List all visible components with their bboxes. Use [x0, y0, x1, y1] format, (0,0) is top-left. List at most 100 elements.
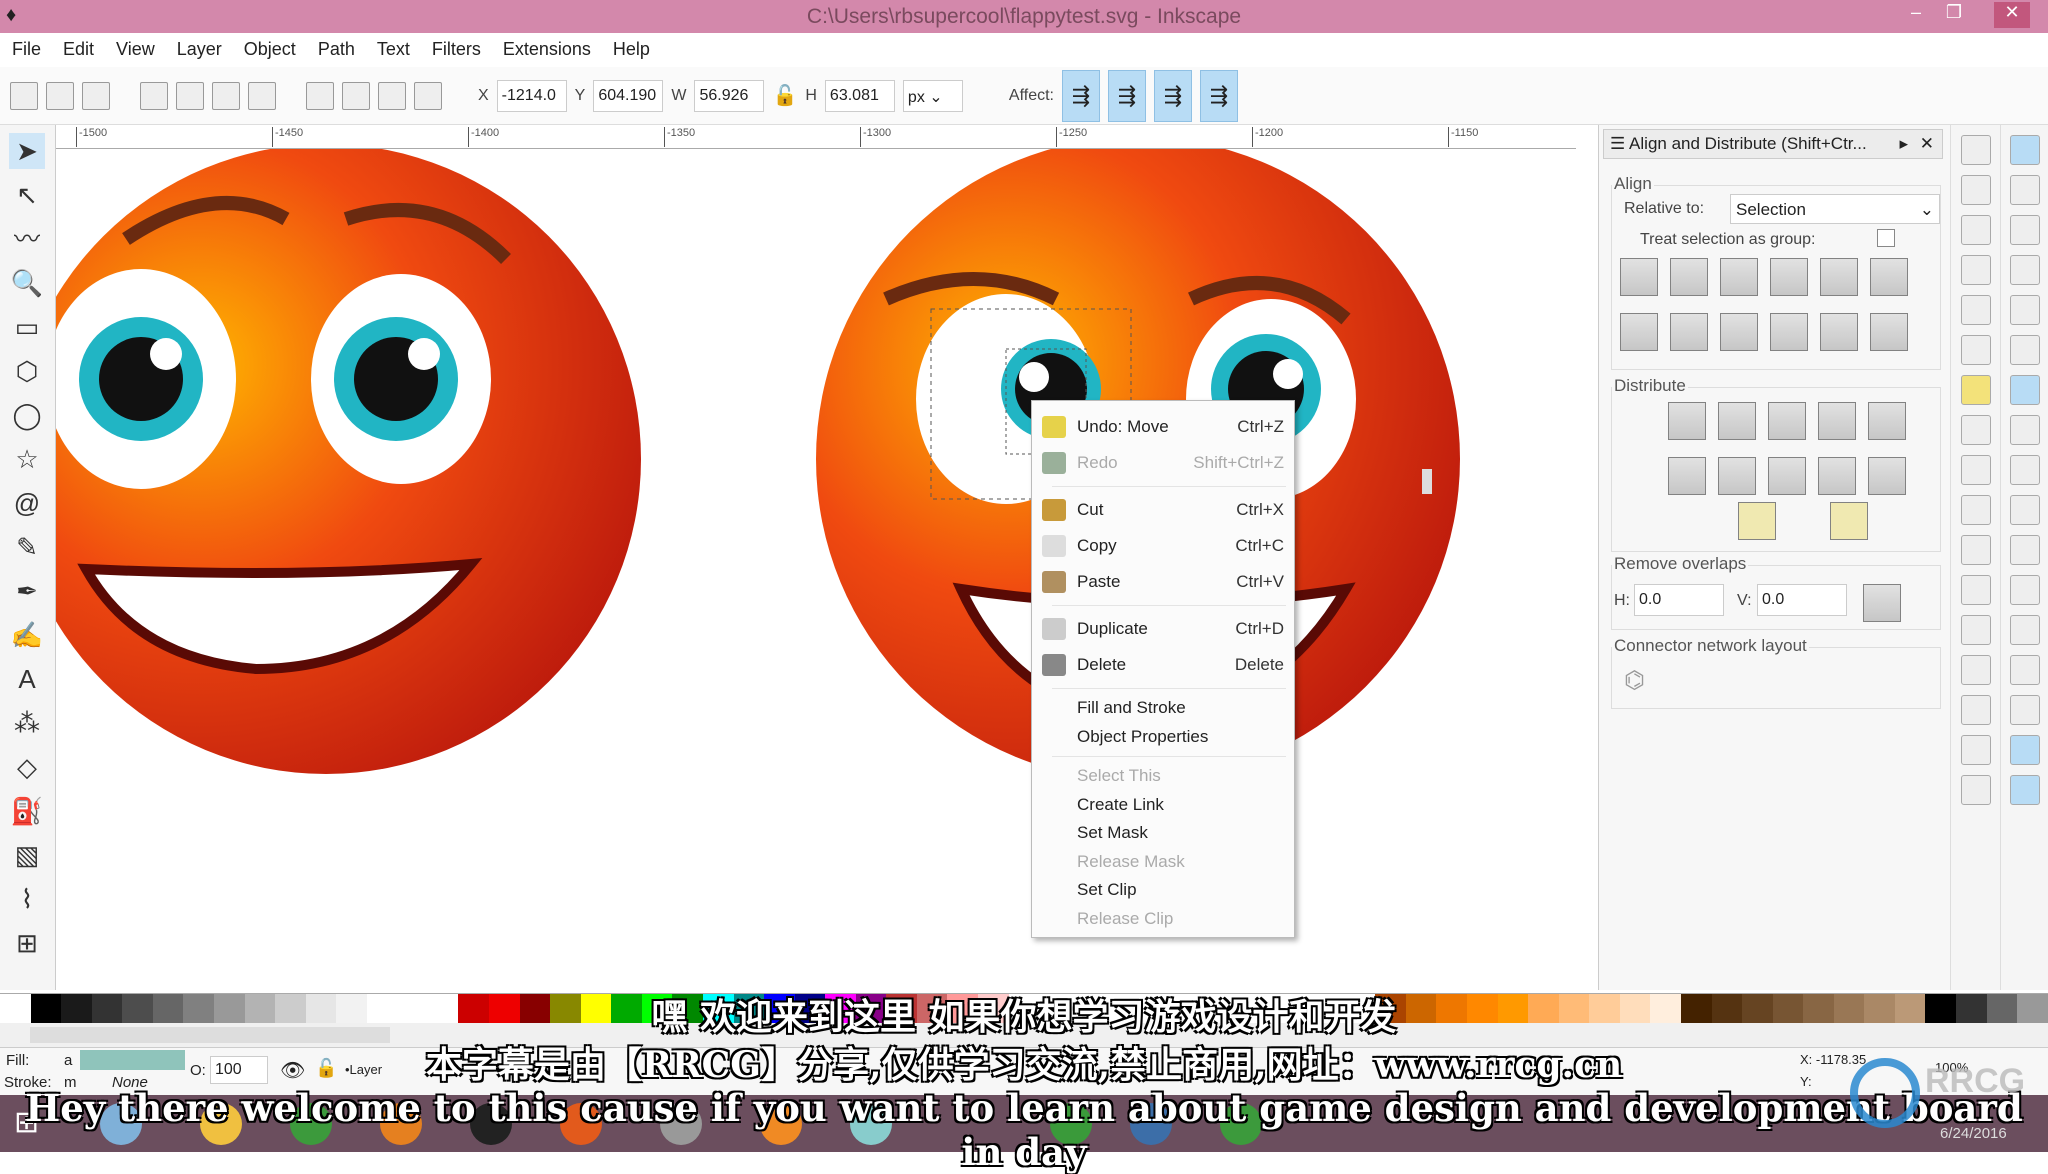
zoom-page-icon[interactable]	[1960, 655, 1991, 685]
distribute-centers-h-icon[interactable]	[1718, 402, 1756, 440]
ellipse-tool-icon[interactable]: ◯	[9, 397, 45, 433]
select-all-layers-icon[interactable]	[46, 81, 74, 110]
distribute-right-icon[interactable]	[1768, 402, 1806, 440]
menu-extensions[interactable]: Extensions	[503, 39, 591, 61]
align-right-edges-icon[interactable]	[1770, 258, 1808, 296]
zoom-tool-icon[interactable]: 🔍	[9, 265, 45, 301]
text-tool-icon[interactable]: A	[9, 661, 45, 697]
align-right-to-left-icon[interactable]	[1620, 258, 1658, 296]
select-all-icon[interactable]	[10, 81, 38, 110]
undo-icon[interactable]	[1960, 375, 1991, 405]
drawing-canvas[interactable]	[56, 149, 1576, 979]
menu-help[interactable]: Help	[613, 39, 650, 61]
context-menu-item-object-properties[interactable]: Object Properties	[1032, 723, 1294, 752]
distribute-baseline-h-icon[interactable]	[1868, 402, 1906, 440]
relative-to-select[interactable]: Selection ⌄	[1730, 194, 1940, 224]
star-tool-icon[interactable]: ☆	[9, 441, 45, 477]
minimize-button[interactable]: –	[1898, 2, 1934, 28]
randomize-icon[interactable]	[1738, 502, 1776, 540]
snap-intersections-icon[interactable]	[2009, 455, 2040, 485]
remove-overlaps-button[interactable]	[1863, 584, 1901, 622]
x-input[interactable]: -1214.0	[496, 79, 567, 112]
snap-bbox-centers-icon[interactable]	[2009, 335, 2040, 365]
treat-group-checkbox[interactable]	[1877, 229, 1895, 247]
unclump-icon[interactable]	[1830, 502, 1868, 540]
rotate-ccw-icon[interactable]	[140, 81, 168, 110]
3d-box-tool-icon[interactable]: ⬡	[9, 353, 45, 389]
new-document-icon[interactable]	[1960, 135, 1991, 165]
cut-icon[interactable]	[1960, 495, 1991, 525]
paste-icon[interactable]	[1960, 535, 1991, 565]
arrange-connector-network-icon[interactable]: ⌬	[1624, 666, 1645, 695]
snap-toggle-icon[interactable]	[2009, 135, 2040, 165]
pen-tool-icon[interactable]: ✒	[9, 573, 45, 609]
redo-icon[interactable]	[1960, 415, 1991, 445]
distribute-baseline-v-icon[interactable]	[1868, 457, 1906, 495]
panel-close-icon[interactable]: ✕	[1920, 134, 1934, 154]
deselect-icon[interactable]	[82, 81, 110, 110]
spray-tool-icon[interactable]: ⁂	[9, 705, 45, 741]
spiral-tool-icon[interactable]: @	[9, 485, 45, 521]
eraser-tool-icon[interactable]: ◇	[9, 749, 45, 785]
distribute-bottom-icon[interactable]	[1768, 457, 1806, 495]
width-input[interactable]: 56.926	[694, 79, 765, 112]
raise-icon[interactable]	[378, 81, 406, 110]
vertical-scrollbar[interactable]	[1422, 469, 1432, 494]
duplicate-icon[interactable]	[1960, 695, 1991, 725]
snap-midpoints-icon[interactable]	[2009, 575, 2040, 605]
v-gap-input[interactable]: 0.0	[1757, 584, 1847, 616]
flip-vertical-icon[interactable]	[248, 81, 276, 110]
panel-detach-icon[interactable]: ▸	[1899, 134, 1908, 154]
flip-horizontal-icon[interactable]	[212, 81, 240, 110]
rectangle-tool-icon[interactable]: ▭	[9, 309, 45, 345]
tweak-tool-icon[interactable]: 〰	[9, 221, 45, 257]
context-menu-item-duplicate[interactable]: Duplicate Ctrl+D	[1032, 611, 1294, 647]
export-icon[interactable]	[1960, 335, 1991, 365]
copy-icon[interactable]	[1960, 455, 1991, 485]
left-smiley-face[interactable]	[56, 149, 641, 774]
context-menu-item-fill-and-stroke[interactable]: Fill and Stroke	[1032, 694, 1294, 723]
menu-object[interactable]: Object	[244, 39, 296, 61]
distribute-top-icon[interactable]	[1668, 457, 1706, 495]
transform-patterns-toggle[interactable]: ⇶	[1199, 69, 1238, 122]
selector-tool-icon[interactable]: ➤	[9, 133, 45, 169]
snap-bbox-corners-icon[interactable]	[2009, 255, 2040, 285]
connector-tool-icon[interactable]: ⊞	[9, 925, 45, 961]
print-icon[interactable]	[1960, 255, 1991, 285]
menu-edit[interactable]: Edit	[63, 39, 94, 61]
context-menu-item-paste[interactable]: Paste Ctrl+V	[1032, 564, 1294, 600]
scale-corners-toggle[interactable]: ⇶	[1107, 69, 1146, 122]
height-input[interactable]: 63.081	[824, 79, 895, 112]
import-icon[interactable]	[1960, 295, 1991, 325]
distribute-gaps-v-icon[interactable]	[1818, 457, 1856, 495]
context-menu-item-set-mask[interactable]: Set Mask	[1032, 819, 1294, 848]
align-text-anchor-vertical-icon[interactable]	[1870, 258, 1908, 296]
snap-smooth-nodes-icon[interactable]	[2009, 535, 2040, 565]
snap-page-border-icon[interactable]	[2009, 695, 2040, 725]
menu-layer[interactable]: Layer	[177, 39, 222, 61]
transform-gradients-toggle[interactable]: ⇶	[1153, 69, 1192, 122]
zoom-selection-icon[interactable]	[1960, 575, 1991, 605]
open-icon[interactable]	[1960, 175, 1991, 205]
context-menu-item-set-clip[interactable]: Set Clip	[1032, 876, 1294, 905]
context-menu-item-cut[interactable]: Cut Ctrl+X	[1032, 492, 1294, 528]
dropper-tool-icon[interactable]: ⌇	[9, 881, 45, 917]
raise-to-top-icon[interactable]	[414, 81, 442, 110]
snap-bbox-midpoints-icon[interactable]	[2009, 295, 2040, 325]
h-gap-input[interactable]: 0.0	[1634, 584, 1724, 616]
scale-stroke-toggle[interactable]: ⇶	[1061, 69, 1100, 122]
snap-paths-icon[interactable]	[2009, 415, 2040, 445]
maximize-button[interactable]: ❐	[1936, 2, 1972, 28]
snap-nodes-icon[interactable]	[2009, 375, 2040, 405]
menu-view[interactable]: View	[116, 39, 155, 61]
snap-bbox-edges-icon[interactable]	[2009, 215, 2040, 245]
menu-path[interactable]: Path	[318, 39, 355, 61]
center-vertical-axis-icon[interactable]	[1720, 258, 1758, 296]
snap-grids-icon[interactable]	[2009, 735, 2040, 765]
distribute-gaps-h-icon[interactable]	[1818, 402, 1856, 440]
pencil-tool-icon[interactable]: ✎	[9, 529, 45, 565]
context-menu-item-create-link[interactable]: Create Link	[1032, 791, 1294, 820]
snap-cusp-nodes-icon[interactable]	[2009, 495, 2040, 525]
paint-bucket-tool-icon[interactable]: ⛽	[9, 793, 45, 829]
gradient-tool-icon[interactable]: ▧	[9, 837, 45, 873]
